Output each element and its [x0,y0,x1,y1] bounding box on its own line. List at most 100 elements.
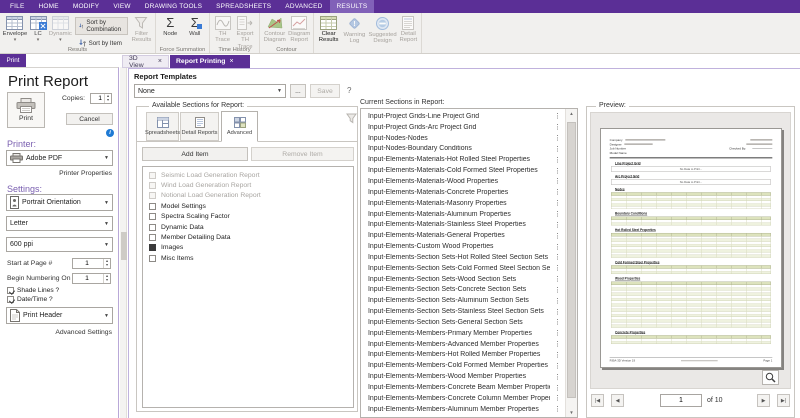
envelope-button[interactable]: Envelope▾ [2,14,28,43]
section-checkbox-item[interactable]: Notional Load Generation Report [143,191,353,201]
detail-report-button[interactable]: Detail Report [398,14,419,44]
report-section-row[interactable]: Input-Elements-Members-Wood Member Prope… [361,371,577,382]
section-checkbox[interactable] [149,244,156,251]
report-template-select[interactable]: None▼ [134,84,286,98]
kebab-menu-icon[interactable]: ⋮ [554,362,561,370]
dpi-select[interactable]: 600 ppi▼ [6,237,113,252]
th-trace-button[interactable]: TH Trace [212,14,233,44]
kebab-menu-icon[interactable]: ⋮ [554,351,561,359]
kebab-menu-icon[interactable]: ⋮ [554,394,561,402]
scroll-down-icon[interactable]: ▼ [566,410,577,415]
add-item-button[interactable]: Add Item [142,147,248,161]
report-section-row[interactable]: Input-Elements-Materials-Aluminum Proper… [361,209,577,220]
scrollbar-thumb[interactable] [121,232,127,260]
tab-detail-reports[interactable]: Detail Reports [180,112,219,141]
report-section-row[interactable]: Input-Nodes-Nodes ⋮ [361,133,577,144]
ribbon-tab[interactable]: HOME [32,0,66,13]
cancel-button[interactable]: Cancel [66,113,113,125]
first-page-button[interactable]: |◀ [591,394,604,407]
ribbon-tab[interactable]: VIEW [106,0,137,13]
begin-numbering-stepper[interactable]: ▲▼ [72,273,111,284]
print-panel-tab[interactable]: Print [0,54,26,67]
report-section-row[interactable]: Input-Elements-Section Sets-Hot Rolled S… [361,252,577,263]
begin-numbering-input[interactable] [73,274,103,283]
kebab-menu-icon[interactable]: ⋮ [554,145,561,153]
print-header-select[interactable]: Print Header▼ [6,307,113,324]
report-section-row[interactable]: Input-Elements-Section Sets-Stainless St… [361,306,577,317]
ribbon-tab[interactable]: MODIFY [66,0,106,13]
page-number-input[interactable] [660,394,702,407]
report-section-row[interactable]: Input-Elements-Section Sets-Concrete Sec… [361,285,577,296]
filter-sections-button[interactable] [345,112,357,124]
kebab-menu-icon[interactable]: ⋮ [554,243,561,251]
contour-diagram-button[interactable]: Contour Diagram [262,14,287,44]
spinner-arrows-icon[interactable]: ▲▼ [104,94,111,103]
report-section-row[interactable]: Input-Elements-Members-Concrete Column M… [361,393,577,404]
paper-size-select[interactable]: Letter▼ [6,216,113,231]
kebab-menu-icon[interactable]: ⋮ [554,221,561,229]
tab-spreadsheets[interactable]: Spreadsheets [146,112,179,141]
export-th-trace-button[interactable]: Export TH Trace [233,14,257,50]
scrollbar-thumb[interactable] [567,122,576,398]
tab-report-printing[interactable]: Report Printing× [170,55,250,68]
section-checkbox[interactable] [149,203,156,210]
report-section-row[interactable]: Input-Elements-Materials-Stainless Steel… [361,219,577,230]
panel-scrollbar[interactable] [120,67,127,418]
warning-log-button[interactable]: ! Warning Log [341,14,367,45]
kebab-menu-icon[interactable]: ⋮ [554,318,561,326]
section-checkbox[interactable] [149,255,156,262]
node-force-button[interactable]: Σ Node [158,14,183,37]
shade-lines-checkbox[interactable] [7,287,14,294]
lc-button[interactable]: LC▾ [28,14,48,43]
filter-results-button[interactable]: Filter Results [130,14,153,44]
report-section-row[interactable]: Input-Elements-Members-Aluminum Member P… [361,404,577,415]
kebab-menu-icon[interactable]: ⋮ [554,232,561,240]
report-section-row[interactable]: Input-Elements-Members-Cold Formed Membe… [361,360,577,371]
kebab-menu-icon[interactable]: ⋮ [554,253,561,261]
info-icon[interactable]: i [106,129,114,137]
report-section-row[interactable]: Input-Elements-Members-Hot Rolled Member… [361,350,577,361]
section-checkbox[interactable] [149,213,156,220]
kebab-menu-icon[interactable]: ⋮ [554,199,561,207]
zoom-preview-button[interactable] [762,370,779,385]
kebab-menu-icon[interactable]: ⋮ [554,275,561,283]
report-section-row[interactable]: Input-Elements-Section Sets-Cold Formed … [361,263,577,274]
start-page-input[interactable] [73,259,103,268]
section-checkbox-item[interactable]: Model Settings [143,201,353,211]
kebab-menu-icon[interactable]: ⋮ [554,329,561,337]
section-checkbox-item[interactable]: Member Detailing Data [143,232,353,242]
scroll-up-icon[interactable]: ▲ [566,111,577,116]
ribbon-tab[interactable]: ADVANCED [278,0,329,13]
spinner-arrows-icon[interactable]: ▲▼ [103,274,110,283]
report-section-row[interactable]: Input-Elements-Materials-Hot Rolled Stee… [361,154,577,165]
report-section-row[interactable]: Input-Elements-Section Sets-General Sect… [361,317,577,328]
report-section-row[interactable]: Input-Elements-Materials-Concrete Proper… [361,187,577,198]
sort-by-combination-button[interactable]: Sort by Combination [75,17,128,35]
spinner-arrows-icon[interactable]: ▲▼ [103,259,110,268]
kebab-menu-icon[interactable]: ⋮ [554,308,561,316]
advanced-settings-link[interactable]: Advanced Settings [55,329,112,336]
report-section-row[interactable]: Input-Elements-Materials-Cold Formed Ste… [361,165,577,176]
close-icon[interactable]: × [158,58,162,65]
kebab-menu-icon[interactable]: ⋮ [554,156,561,164]
shade-lines-checkbox-row[interactable]: Shade Lines ? [7,287,59,294]
copies-stepper[interactable]: ▲▼ [90,93,112,104]
section-checkbox-item[interactable]: Spectra Scaling Factor [143,212,353,222]
kebab-menu-icon[interactable]: ⋮ [554,134,561,142]
report-section-row[interactable]: Input-Elements-Custom Wood Properties ⋮ [361,241,577,252]
report-section-row[interactable]: Input-Nodes-Boundary Conditions ⋮ [361,144,577,155]
ribbon-tab[interactable]: SPREADSHEETS [209,0,278,13]
report-section-row[interactable]: Input-Elements-Materials-Wood Properties… [361,176,577,187]
clear-results-button[interactable]: Clear Results [316,14,341,44]
kebab-menu-icon[interactable]: ⋮ [554,286,561,294]
datetime-checkbox-row[interactable]: Date/Time ? [7,296,53,303]
preview-page[interactable]: Company Designer Job Number Model Name C… [600,128,782,368]
browse-template-button[interactable]: ... [290,84,306,98]
section-checkbox-item[interactable]: Misc Items [143,253,353,263]
report-section-row[interactable]: Input-Elements-Section Sets-Aluminum Sec… [361,295,577,306]
section-checkbox-item[interactable]: Images [143,243,353,253]
kebab-menu-icon[interactable]: ⋮ [554,264,561,272]
kebab-menu-icon[interactable]: ⋮ [554,373,561,381]
kebab-menu-icon[interactable]: ⋮ [554,210,561,218]
kebab-menu-icon[interactable]: ⋮ [554,405,561,413]
